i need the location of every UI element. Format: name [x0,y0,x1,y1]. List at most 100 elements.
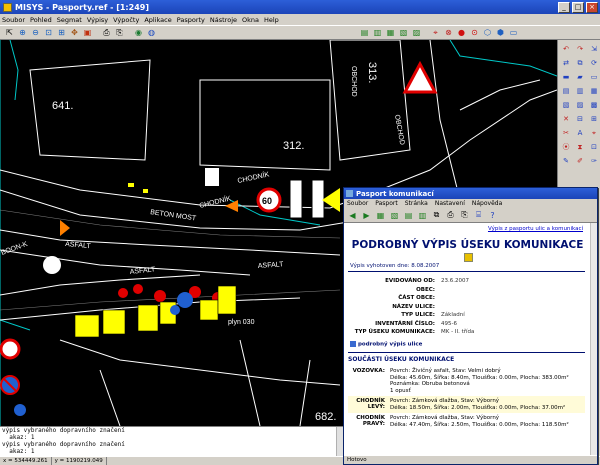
preview-icon[interactable]: ⎘ [459,210,470,221]
cursor-icon[interactable]: ⇱ [4,27,15,38]
maximize-button[interactable]: □ [572,1,584,13]
street-label: plyn 030 [228,319,255,326]
section-heading: SOUČÁSTI ÚSEKU KOMUNIKACE [348,352,585,363]
selection-arrow-icon [322,188,340,212]
redraw-icon[interactable]: ▣ [82,27,93,38]
menu-aplikace[interactable]: Aplikace [144,16,171,24]
warning-sign-icon[interactable] [402,60,438,94]
back-icon[interactable]: ◀ [347,210,358,221]
app-titlebar: MISYS - Pasporty.ref - [1:249] _ □ × [0,0,600,14]
earth-icon[interactable]: ◍ [146,27,157,38]
snap-icon[interactable]: ⌖ [430,27,441,38]
extend-icon[interactable]: ⊞ [588,113,600,125]
pasport-menu-soubor[interactable]: Soubor [347,200,368,207]
filter-icon[interactable]: ⌸ [473,210,484,221]
pen-icon[interactable]: ✎ [560,155,572,167]
zoom-all-icon[interactable]: ⊞ [56,27,67,38]
print-icon[interactable]: ⎙ [101,27,112,38]
snap2-icon[interactable]: ⊗ [443,27,454,38]
command-line-row: akaz: 1 [2,448,35,455]
measure-icon[interactable]: ⌖ [588,127,600,139]
close-button[interactable]: × [586,1,598,13]
grid2-icon[interactable]: ▥ [417,210,428,221]
layer-search-icon[interactable]: ▧ [398,27,409,38]
table3-icon[interactable]: ▦ [588,85,600,97]
search-table-icon[interactable]: ▧ [389,210,400,221]
pen3-icon[interactable]: ✑ [588,155,600,167]
app-title: MISYS - Pasporty.ref - [1:249] [15,2,149,12]
node2-icon[interactable]: ⧗ [574,141,586,153]
menu-help[interactable]: Help [264,16,279,24]
pasport-menu-stranka[interactable]: Stránka [405,200,428,207]
table-view-icon[interactable]: ▦ [375,210,386,221]
grid-icon[interactable]: ▤ [403,210,414,221]
pasport-menu-napoveda[interactable]: Nápověda [472,200,502,207]
area3-icon[interactable]: ▭ [508,27,519,38]
pasport-menu-nastaveni[interactable]: Nastavení [435,200,465,207]
edit-icon[interactable]: ▧ [560,99,572,111]
globe-icon[interactable]: ◉ [133,27,144,38]
help-icon[interactable]: ? [487,210,498,221]
pan-icon[interactable]: ✥ [69,27,80,38]
menu-pasporty[interactable]: Pasporty [177,16,205,24]
edit3-icon[interactable]: ▩ [588,99,600,111]
fillet-icon[interactable]: ✂ [560,127,572,139]
speed-limit-sign-icon[interactable]: 60 [256,187,282,213]
field-table: EVIDOVÁNO OD: 23.6.2007 OBEC: ČÁST OBCE: … [348,278,593,338]
menu-bar: Soubor Pohled Segmat Výpisy Výpočty Apli… [0,14,600,25]
layer-table-icon[interactable]: ▤ [359,27,370,38]
move-icon[interactable]: ⇄ [560,57,572,69]
layer-table3-icon[interactable]: ▦ [385,27,396,38]
table2-icon[interactable]: ▥ [574,85,586,97]
node-icon[interactable]: ⦿ [560,141,572,153]
delete-icon[interactable]: ✕ [560,113,572,125]
pasport-menu-pasport[interactable]: Pasport [375,200,397,207]
layer-table4-icon[interactable]: ▨ [411,27,422,38]
menu-okna[interactable]: Okna [242,16,259,24]
zoom-in-icon[interactable]: ⊕ [17,27,28,38]
redo-icon[interactable]: ↷ [574,43,586,55]
part-details: Povrch: Živičný asfalt, Stav: Velmi dobr… [390,368,585,394]
minimize-button[interactable]: _ [558,1,570,13]
menu-segmat[interactable]: Segmat [57,16,82,24]
undo-icon[interactable]: ↶ [560,43,572,55]
line-icon[interactable]: ▬ [560,71,572,83]
copy-icon[interactable]: ⧉ [574,57,586,69]
copy-icon[interactable]: ⧉ [431,210,442,221]
print-preview-icon[interactable]: ⎘ [114,27,125,38]
menu-pohled[interactable]: Pohled [30,16,52,24]
menu-nastroje[interactable]: Nástroje [210,16,237,24]
edit2-icon[interactable]: ▨ [574,99,586,111]
select-icon[interactable]: ⇲ [588,43,600,55]
command-line[interactable]: výpis vybraného dopravního značení akaz:… [0,426,343,456]
pasport-content: Výpis z pasportu ulic a komunikací PODRO… [344,223,597,456]
parts-list: VOZOVKA: Povrch: Živičný asfalt, Stav: V… [348,366,585,430]
zoom-out-icon[interactable]: ⊖ [30,27,41,38]
street-detail-link[interactable]: podrobný výpis ulice [348,340,593,347]
trim-icon[interactable]: ⊟ [574,113,586,125]
pasport-scrollbar[interactable] [590,223,597,456]
detail-icon [350,340,356,347]
zoom-window-icon[interactable]: ⊡ [43,27,54,38]
rect-icon[interactable]: ▭ [588,71,600,83]
pen2-icon[interactable]: ✐ [574,155,586,167]
node3-icon[interactable]: ⊡ [588,141,600,153]
street-label: CHODNÍK [237,169,271,185]
menu-vypisy[interactable]: Výpisy [87,16,108,24]
forward-icon[interactable]: ▶ [361,210,372,221]
area2-icon[interactable]: ⬢ [495,27,506,38]
text-icon[interactable]: A [574,127,586,139]
field-label: NÁZEV ULICE: [392,303,435,310]
stop-icon[interactable]: ● [456,27,467,38]
circle-icon[interactable]: ⊙ [469,27,480,38]
area-icon[interactable]: ⬡ [482,27,493,38]
rotate-icon[interactable]: ⟳ [588,57,600,69]
print-icon[interactable]: ⎙ [445,210,456,221]
menu-soubor[interactable]: Soubor [2,16,25,24]
back-to-list-link[interactable]: Výpis z pasportu ulic a komunikací [348,223,593,234]
layer-table2-icon[interactable]: ▥ [372,27,383,38]
polyline-icon[interactable]: ▰ [574,71,586,83]
table-icon[interactable]: ▤ [560,85,572,97]
menu-vypocty[interactable]: Výpočty [113,16,139,24]
command-line-scrollbar[interactable] [336,427,343,456]
